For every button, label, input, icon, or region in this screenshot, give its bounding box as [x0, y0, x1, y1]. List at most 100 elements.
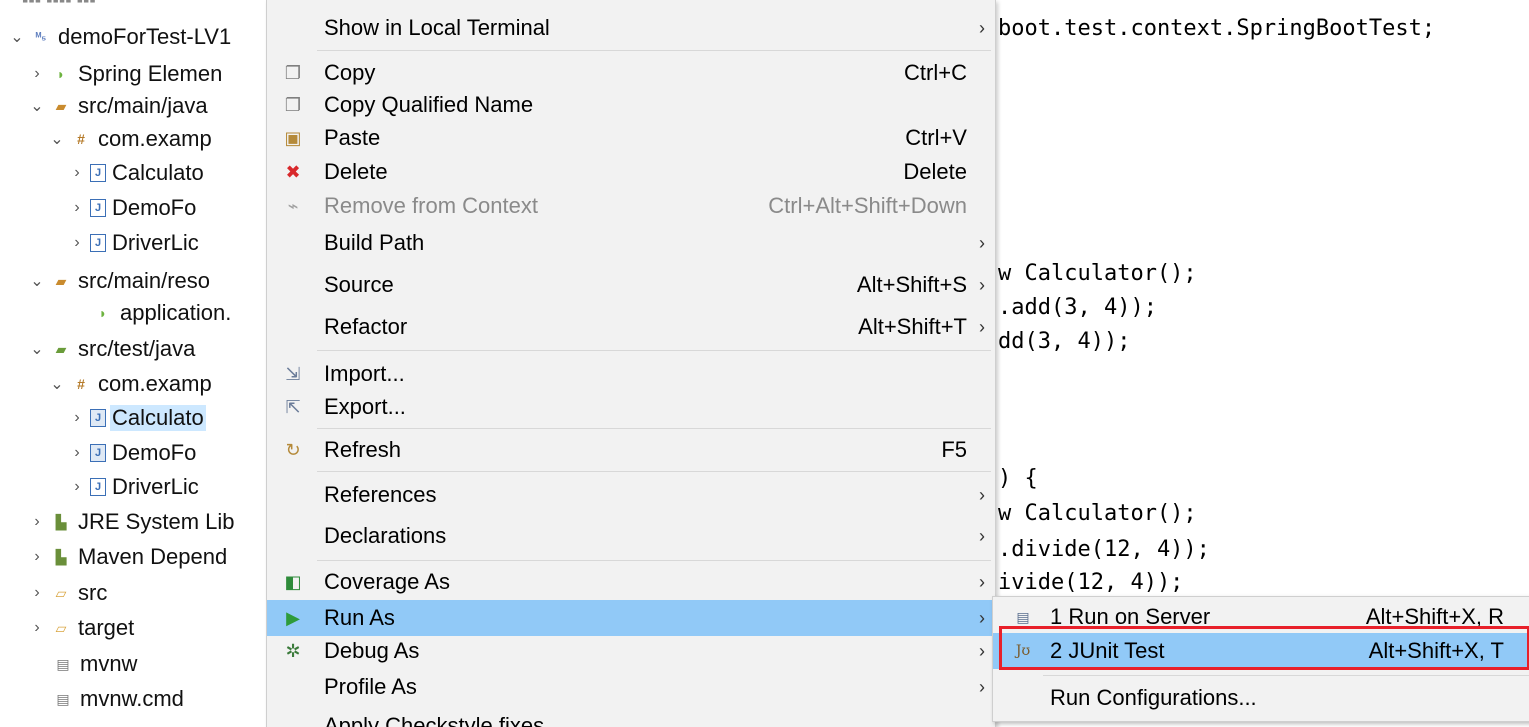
- menu-item-copy-qualified-name[interactable]: ❐ Copy Qualified Name: [267, 87, 995, 123]
- chevron-right-icon[interactable]: ›: [68, 409, 86, 427]
- menu-item-label: Debug As: [324, 638, 420, 663]
- tree-row-selected[interactable]: › J Calculato: [68, 400, 206, 436]
- server-icon: ▤: [1016, 608, 1030, 625]
- menu-item-debug-as[interactable]: ✲ Debug As ›: [267, 633, 995, 669]
- chevron-right-icon[interactable]: ›: [28, 65, 46, 83]
- menu-item-label: Paste: [324, 125, 381, 150]
- submenu-arrow-icon: ›: [979, 525, 985, 546]
- tree-row[interactable]: › J DriverLic: [68, 225, 201, 261]
- chevron-right-icon[interactable]: ›: [68, 478, 86, 496]
- menu-item-shortcut: Alt+Shift+S: [856, 272, 967, 297]
- tree-row[interactable]: › J DriverLic: [68, 469, 201, 505]
- tree-item-label: mvnw.cmd: [80, 686, 184, 711]
- tree-item-label: src/test/java: [78, 336, 196, 361]
- tree-row[interactable]: › J DemoFo: [68, 190, 198, 226]
- menu-item-run-as[interactable]: ▶ Run As ›: [267, 600, 995, 636]
- menu-item-build-path[interactable]: Build Path ›: [267, 225, 995, 261]
- menu-item-apply-checkstyle-fixes[interactable]: Apply Checkstyle fixes: [267, 708, 995, 727]
- tree-row[interactable]: › ▙ JRE System Lib: [28, 504, 237, 540]
- tree-row[interactable]: › J DemoFo: [68, 435, 198, 471]
- chevron-right-icon[interactable]: ›: [28, 584, 46, 602]
- menu-separator: [317, 560, 991, 561]
- menu-item-refresh[interactable]: ↻ Refresh F5: [267, 432, 995, 468]
- submenu-arrow-icon: ›: [979, 316, 985, 337]
- chevron-right-icon[interactable]: ›: [68, 444, 86, 462]
- menu-item-label: References: [324, 482, 437, 507]
- menu-separator: [1043, 675, 1529, 676]
- java-file-icon: J: [90, 199, 106, 217]
- remove-context-icon: ⌁: [287, 195, 299, 216]
- submenu-item-run-configurations[interactable]: Run Configurations...: [993, 680, 1529, 716]
- tree-row[interactable]: › ▱ src: [28, 575, 109, 611]
- tree-row[interactable]: ⌄ # com.examp: [48, 121, 214, 157]
- tree-row[interactable]: ◗ application.: [88, 295, 233, 331]
- menu-item-label: Build Path: [324, 230, 425, 255]
- refresh-icon: ↻: [285, 439, 301, 460]
- tree-row[interactable]: ⌄ # com.examp: [48, 366, 214, 402]
- tree-row[interactable]: ⌄ ᴹ₅ demoForTest-LV1: [8, 19, 233, 55]
- menu-item-label: Export...: [324, 394, 406, 419]
- menu-item-label: Import...: [324, 361, 405, 386]
- menu-item-shortcut: Alt+Shift+T: [858, 314, 967, 339]
- submenu-arrow-icon: ›: [979, 484, 985, 505]
- tree-row[interactable]: ⌄ ▰ src/main/java: [28, 88, 210, 124]
- tree-row[interactable]: ▤ mvnw.cmd: [48, 681, 186, 717]
- menu-item-declarations[interactable]: Declarations ›: [267, 518, 995, 554]
- source-folder-icon: ▰: [55, 272, 67, 289]
- menu-item-remove-from-context[interactable]: ⌁ Remove from Context Ctrl+Alt+Shift+Dow…: [267, 188, 995, 224]
- tree-row[interactable]: › ◗ Spring Elemen: [28, 56, 224, 92]
- menu-item-refactor[interactable]: Refactor Alt+Shift+T ›: [267, 309, 995, 345]
- menu-item-show-in-local-terminal[interactable]: Show in Local Terminal ›: [267, 10, 995, 46]
- menu-item-source[interactable]: Source Alt+Shift+S ›: [267, 267, 995, 303]
- code-line: ) {: [998, 466, 1038, 491]
- menu-item-shortcut: Ctrl+C: [904, 60, 967, 85]
- menu-item-import[interactable]: ⇲ Import...: [267, 356, 995, 392]
- chevron-down-icon[interactable]: ⌄: [28, 271, 46, 291]
- menu-item-profile-as[interactable]: Profile As ›: [267, 669, 995, 705]
- tree-row[interactable]: › ▱ target: [28, 610, 136, 646]
- chevron-down-icon[interactable]: ⌄: [28, 339, 46, 359]
- export-icon: ⇱: [285, 396, 301, 417]
- chevron-right-icon[interactable]: ›: [28, 513, 46, 531]
- menu-item-label: Show in Local Terminal: [324, 15, 550, 40]
- chevron-down-icon[interactable]: ⌄: [48, 374, 66, 394]
- menu-item-coverage-as[interactable]: ◧ Coverage As ›: [267, 564, 995, 600]
- java-test-file-icon: J: [90, 444, 106, 462]
- menu-item-label: Run As: [324, 605, 395, 630]
- chevron-right-icon[interactable]: ›: [28, 619, 46, 637]
- chevron-down-icon[interactable]: ⌄: [8, 27, 26, 47]
- chevron-right-icon[interactable]: ›: [68, 164, 86, 182]
- menu-item-label: Coverage As: [324, 569, 450, 594]
- tree-row[interactable]: › ▙ Maven Depend: [28, 539, 229, 575]
- chevron-right-icon[interactable]: ›: [68, 199, 86, 217]
- chevron-right-icon[interactable]: ›: [68, 234, 86, 252]
- tree-row[interactable]: ⌄ ▰ src/main/reso: [28, 263, 212, 299]
- menu-item-references[interactable]: References ›: [267, 477, 995, 513]
- menu-item-label: Profile As: [324, 674, 417, 699]
- library-icon: ▙: [55, 513, 67, 530]
- library-icon: ▙: [55, 548, 67, 565]
- package-icon: #: [77, 376, 85, 392]
- menu-item-label: Copy: [324, 60, 376, 85]
- run-icon: ▶: [286, 607, 300, 628]
- tree-item-label: src/main/reso: [78, 268, 211, 293]
- chevron-down-icon[interactable]: ⌄: [28, 96, 46, 116]
- chevron-right-icon[interactable]: ›: [28, 548, 46, 566]
- menu-item-shortcut: Delete: [903, 159, 967, 184]
- tree-item-label: DriverLic: [112, 474, 199, 499]
- menu-item-delete[interactable]: ✖ Delete Delete: [267, 154, 995, 190]
- tree-row[interactable]: ⌄ ▰ src/test/java: [28, 331, 197, 367]
- menu-item-copy[interactable]: ❐ Copy Ctrl+C: [267, 55, 995, 91]
- submenu-arrow-icon: ›: [979, 640, 985, 661]
- menu-item-shortcut: Ctrl+Alt+Shift+Down: [768, 193, 967, 218]
- menu-item-label: Refresh: [324, 437, 402, 462]
- tree-row[interactable]: › J Calculato: [68, 155, 206, 191]
- folder-icon: ▱: [55, 584, 67, 601]
- menu-item-paste[interactable]: ▣ Paste Ctrl+V: [267, 120, 995, 156]
- tree-item-label: Spring Elemen: [78, 61, 223, 86]
- menu-item-label: Copy Qualified Name: [324, 92, 534, 117]
- chevron-down-icon[interactable]: ⌄: [48, 129, 66, 149]
- tree-row[interactable]: ▤ mvnw: [48, 646, 139, 682]
- spring-leaf-icon: ◗: [98, 305, 108, 321]
- menu-item-export[interactable]: ⇱ Export...: [267, 389, 995, 425]
